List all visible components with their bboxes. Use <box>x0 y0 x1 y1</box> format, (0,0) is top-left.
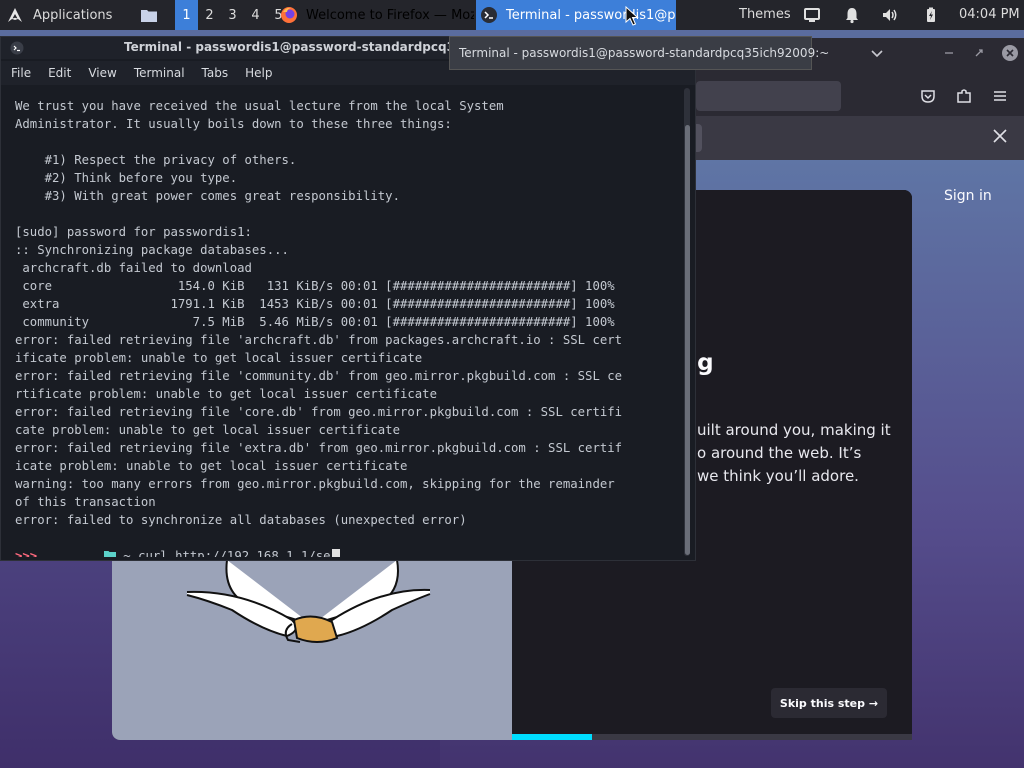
menu-view[interactable]: View <box>88 66 116 80</box>
terminal-line: #2) Think before you type. <box>15 171 238 185</box>
screen-icon[interactable] <box>803 6 821 24</box>
terminal-line: community 7.5 MiB 5.46 MiB/s 00:01 [####… <box>15 315 615 329</box>
menu-help[interactable]: Help <box>245 66 272 80</box>
terminal-line: error: failed retrieving file 'archcraft… <box>15 333 623 347</box>
taskbar-terminal-label: Terminal - passwordis1@pa... <box>506 7 676 23</box>
terminal-line: We trust you have received the usual lec… <box>15 99 504 113</box>
menu-edit[interactable]: Edit <box>48 66 71 80</box>
terminal-line: error: failed retrieving file 'core.db' … <box>15 405 623 419</box>
terminal-line: ificate problem: unable to get local iss… <box>15 351 423 365</box>
workspace-2[interactable]: 2 <box>198 0 221 30</box>
terminal-line: core 154.0 KiB 131 KiB/s 00:01 [########… <box>15 279 615 293</box>
folder-icon[interactable] <box>141 8 161 22</box>
close-icon[interactable] <box>1001 44 1019 62</box>
close-icon[interactable] <box>991 127 1009 145</box>
arch-logo-icon[interactable] <box>0 0 30 30</box>
terminal-line: #1) Respect the privacy of others. <box>15 153 297 167</box>
illustration-legs <box>186 559 431 643</box>
maximize-icon[interactable] <box>970 44 988 62</box>
terminal-output[interactable]: We trust you have received the usual lec… <box>1 87 683 557</box>
taskbar-firefox[interactable]: Welcome to Firefox — Mozill... <box>276 0 474 30</box>
welcome-body: uilt around you, making it o around the … <box>697 421 891 485</box>
skip-step-button[interactable]: Skip this step → <box>771 688 887 718</box>
volume-icon[interactable] <box>881 6 899 24</box>
terminal-line: error: failed to synchronize all databas… <box>15 513 467 527</box>
terminal-line: rtificate problem: unable to get local i… <box>15 387 437 401</box>
terminal-window-icon[interactable] <box>10 41 24 55</box>
terminal-line: :: Synchronizing package databases... <box>15 243 289 257</box>
terminal-line: error: failed retrieving file 'community… <box>15 369 623 383</box>
terminal-line: warning: too many errors from geo.mirror… <box>15 477 615 491</box>
pocket-icon[interactable] <box>919 87 937 105</box>
terminal-prompt[interactable]: >>> ~ curl http;//192.168.1.1/se <box>15 529 683 557</box>
terminal-cursor <box>331 548 340 557</box>
terminal-line: #3) With great power comes great respons… <box>15 189 400 203</box>
terminal-line: error: failed retrieving file 'extra.db'… <box>15 441 623 455</box>
terminal-output-lines: We trust you have received the usual lec… <box>15 97 683 529</box>
taskbar-firefox-label: Welcome to Firefox — Mozill... <box>306 7 474 23</box>
bell-icon[interactable] <box>843 6 861 24</box>
terminal-line: cate problem: unable to get local issuer… <box>15 423 400 437</box>
chevron-down-icon[interactable] <box>868 44 886 62</box>
workspace-1[interactable]: 1 <box>175 0 198 30</box>
mouse-cursor-icon <box>625 6 639 26</box>
onboarding-progress-fill <box>512 734 592 740</box>
taskbar-terminal[interactable]: Terminal - passwordis1@pa... <box>476 0 676 30</box>
taskbar-tooltip: Terminal - passwordis1@password-standard… <box>449 36 829 70</box>
prompt-directory: ~ <box>123 549 131 557</box>
menu-terminal[interactable]: Terminal <box>134 66 185 80</box>
themes-menu[interactable]: Themes <box>739 7 791 22</box>
folder-icon <box>45 529 116 557</box>
terminal-window[interactable]: Terminal - passwordis1@password-standard… <box>0 36 696 561</box>
battery-icon[interactable] <box>922 6 940 24</box>
firefox-icon <box>280 6 298 24</box>
applications-menu[interactable]: Applications <box>33 8 133 23</box>
terminal-line: extra 1791.1 KiB 1453 KiB/s 00:01 [#####… <box>15 297 615 311</box>
terminal-line: [sudo] password for passwordis1: <box>15 225 252 239</box>
terminal-line: archcraft.db failed to download <box>15 261 252 275</box>
firefox-url-bar[interactable] <box>696 81 841 111</box>
terminal-line: icate problem: unable to get local issue… <box>15 459 408 473</box>
workspace-3[interactable]: 3 <box>221 0 244 30</box>
workspace-4[interactable]: 4 <box>244 0 267 30</box>
extensions-icon[interactable] <box>955 87 973 105</box>
firefox-notification-field <box>696 124 702 152</box>
terminal-title: Terminal - passwordis1@password-standard… <box>124 40 492 54</box>
menu-icon[interactable] <box>991 87 1009 105</box>
terminal-icon <box>480 6 498 24</box>
clock[interactable]: 04:04 PM <box>959 7 1020 22</box>
menu-file[interactable]: File <box>11 66 31 80</box>
prompt-arrows: >>> <box>15 549 38 557</box>
terminal-line: Administrator. It usually boils down to … <box>15 117 452 131</box>
terminal-scrollbar-thumb[interactable] <box>685 125 690 555</box>
workspace-switcher: 1 2 3 4 5 <box>175 0 290 30</box>
menu-tabs[interactable]: Tabs <box>202 66 229 80</box>
sign-in-link[interactable]: Sign in <box>944 188 992 204</box>
minimize-icon[interactable] <box>940 44 958 62</box>
terminal-line: of this transaction <box>15 495 156 509</box>
prompt-command: curl http;//192.168.1.1/se <box>138 549 331 557</box>
